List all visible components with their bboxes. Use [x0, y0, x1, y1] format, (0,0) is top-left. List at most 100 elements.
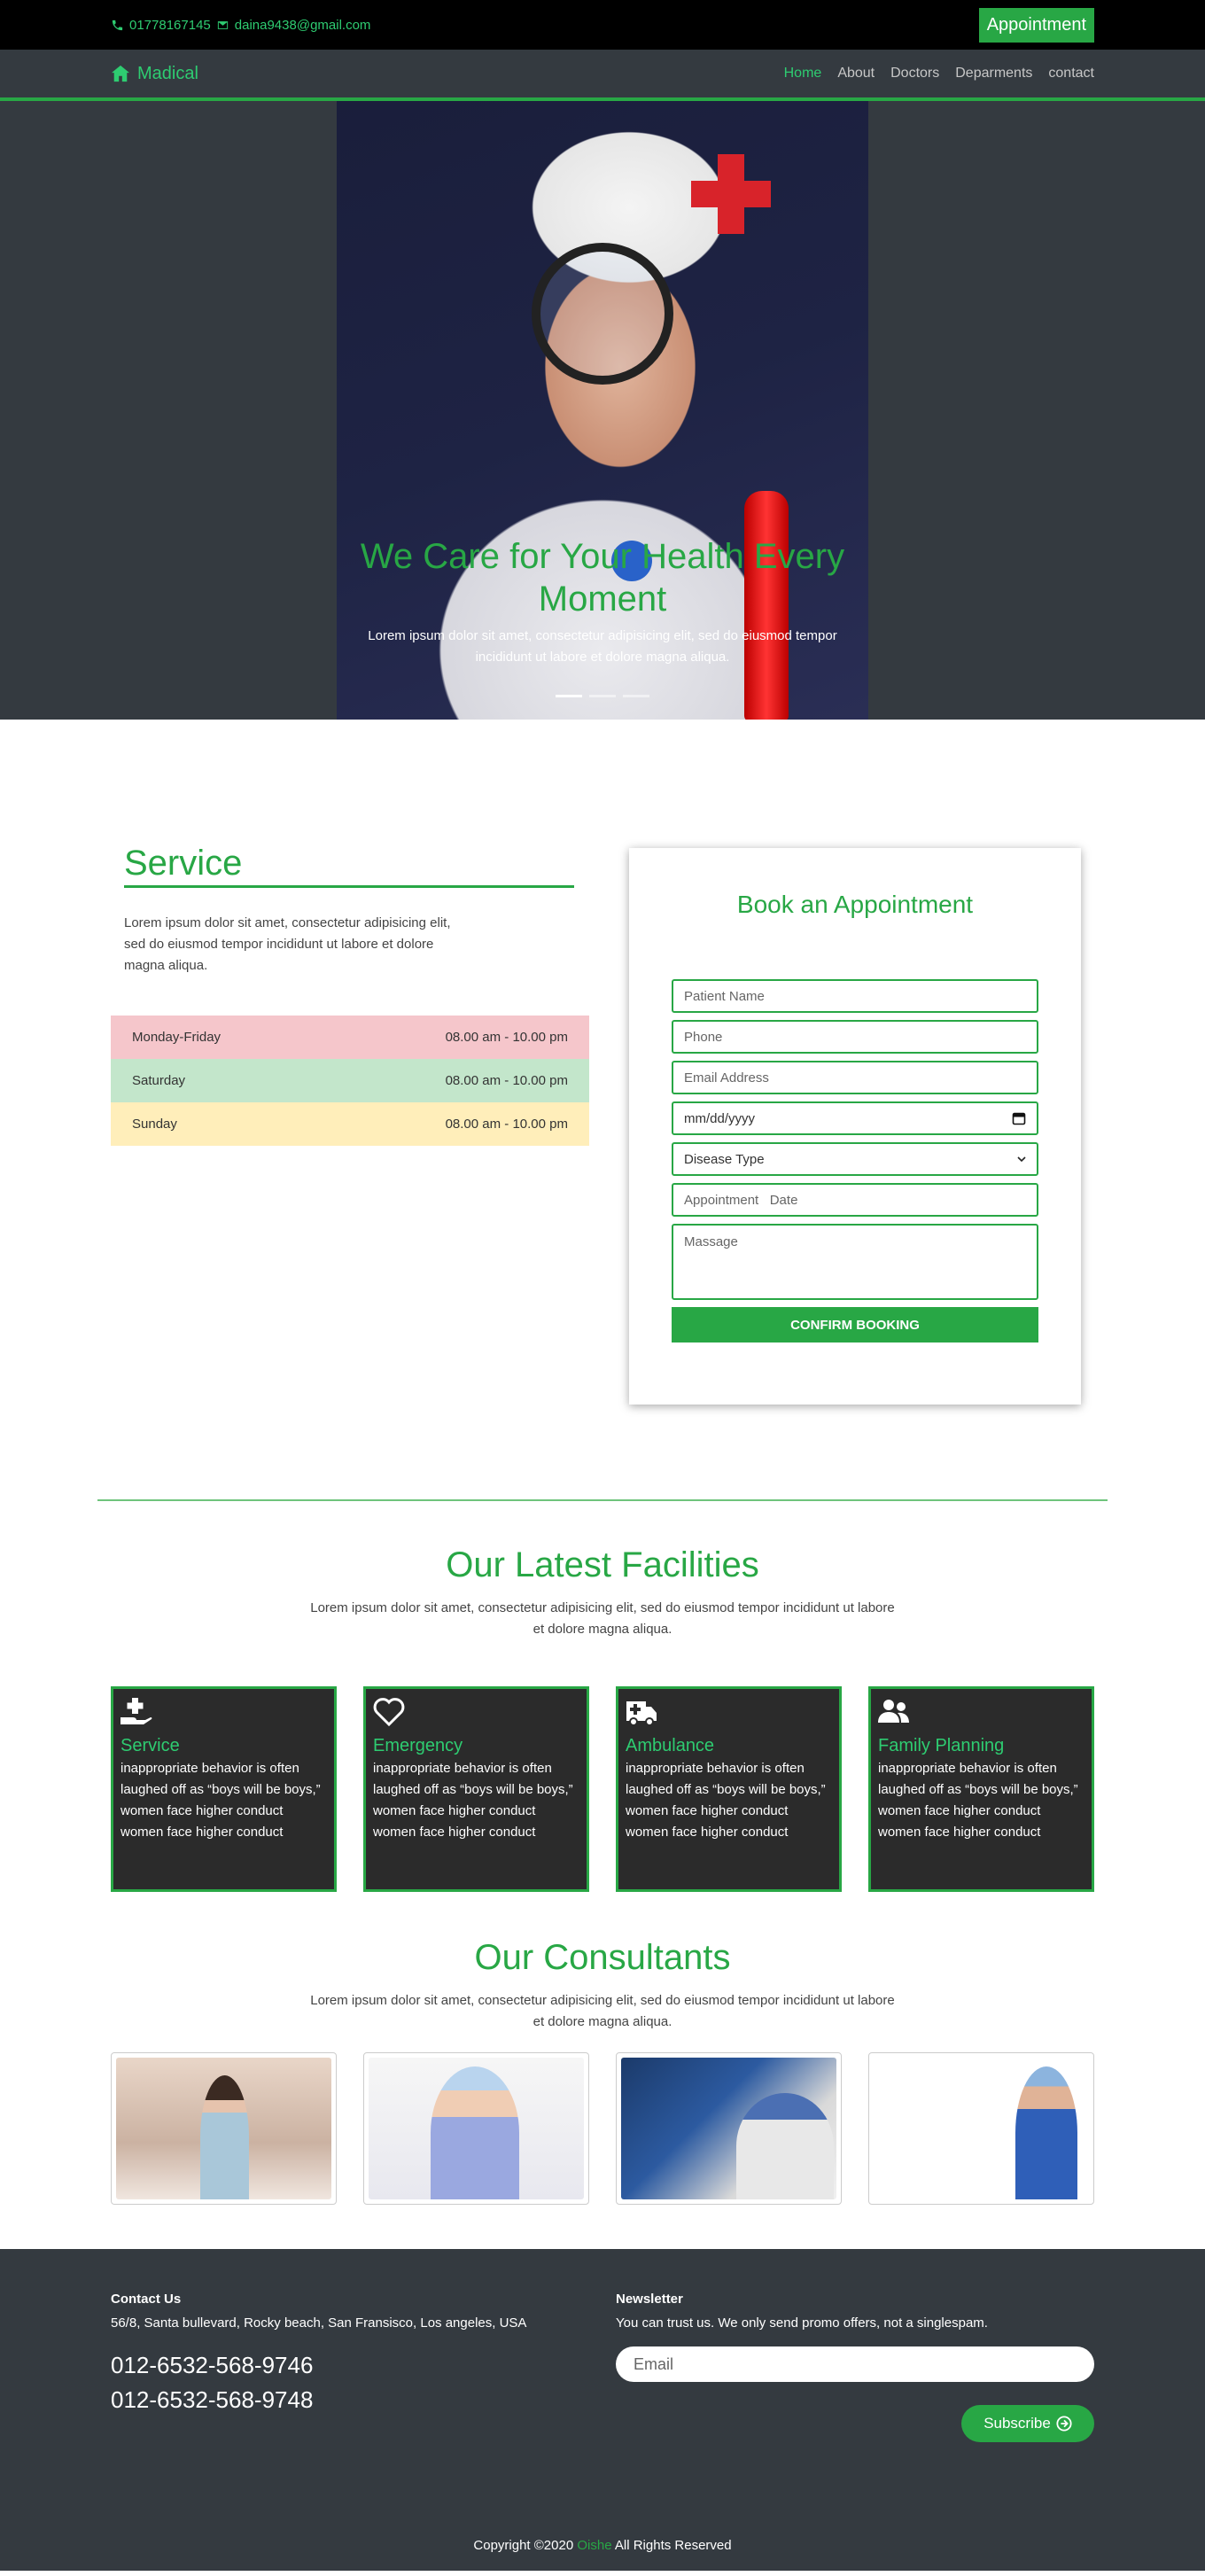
- nav-menu: Home About Doctors Deparments contact: [784, 66, 1094, 82]
- top-email[interactable]: daina9438@gmail.com: [235, 18, 371, 33]
- facility-card[interactable]: Service inappropriate behavior is often …: [111, 1686, 337, 1892]
- hero-title: We Care for Your Health Every Moment: [360, 537, 845, 619]
- hours-day: Sunday: [132, 1117, 177, 1132]
- copyright: Copyright ©2020 Oishe All Rights Reserve…: [0, 2538, 1205, 2553]
- carousel-indicator[interactable]: [556, 695, 582, 697]
- hours-day: Saturday: [132, 1073, 186, 1088]
- hero-image: We Care for Your Health Every Moment Lor…: [337, 101, 868, 720]
- hours-time: 08.00 am - 10.00 pm: [445, 1030, 568, 1045]
- ambulance-icon: [626, 1701, 657, 1726]
- copyright-prefix: Copyright ©2020: [473, 2538, 574, 2553]
- facility-title: Ambulance: [626, 1736, 715, 1755]
- service-text: Lorem ipsum dolor sit amet, consectetur …: [124, 915, 451, 973]
- consultant-card[interactable]: [111, 2052, 337, 2205]
- subscribe-button[interactable]: Subscribe: [961, 2405, 1094, 2442]
- facility-text: inappropriate behavior is often laughed …: [878, 1761, 1078, 1840]
- facilities-title: Our Latest Facilities: [446, 1545, 759, 1584]
- facility-text: inappropriate behavior is often laughed …: [120, 1761, 321, 1840]
- calendar-icon[interactable]: [1012, 1111, 1026, 1125]
- brand-name: Madical: [137, 63, 198, 83]
- contact-phone[interactable]: 012-6532-568-9748: [111, 2386, 526, 2414]
- heart-icon: [373, 1698, 405, 1727]
- subscribe-label: Subscribe: [983, 2415, 1051, 2432]
- facility-card[interactable]: Ambulance inappropriate behavior is ofte…: [616, 1686, 842, 1892]
- hero-text: Lorem ipsum dolor sit amet, consectetur …: [368, 628, 837, 665]
- appointment-form: Book an Appointment Patient Name Phone E…: [629, 848, 1081, 1405]
- placeholder: Email: [634, 2354, 674, 2373]
- date-value: mm/dd/yyyy: [684, 1110, 756, 1126]
- placeholder: Appointment Date: [684, 1192, 798, 1208]
- consultant-card[interactable]: [868, 2052, 1094, 2205]
- confirm-booking-button[interactable]: CONFIRM BOOKING: [672, 1307, 1038, 1342]
- phone-input[interactable]: Phone: [672, 1020, 1038, 1054]
- hand-medical-icon: [120, 1698, 152, 1724]
- copyright-suffix: All Rights Reserved: [614, 2538, 732, 2553]
- appointment-button[interactable]: Appointment: [978, 7, 1094, 43]
- facility-text: inappropriate behavior is often laughed …: [373, 1761, 573, 1840]
- top-phone[interactable]: 01778167145: [129, 18, 211, 33]
- appointment-date-input[interactable]: Appointment Date: [672, 1183, 1038, 1217]
- hours-row: Sunday 08.00 am - 10.00 pm: [111, 1102, 589, 1146]
- consultant-photo: [621, 2058, 836, 2199]
- facility-title: Service: [120, 1736, 180, 1755]
- carousel-indicator[interactable]: [623, 695, 649, 697]
- consultant-card[interactable]: [363, 2052, 589, 2205]
- hero-carousel: We Care for Your Health Every Moment Lor…: [0, 101, 1205, 720]
- hero-caption: We Care for Your Health Every Moment Lor…: [337, 535, 868, 668]
- placeholder: Email Address: [684, 1070, 769, 1086]
- top-contact: 01778167145 daina9438@gmail.com: [111, 18, 370, 33]
- patient-name-input[interactable]: Patient Name: [672, 979, 1038, 1013]
- service-info: Service Lorem ipsum dolor sit amet, cons…: [111, 844, 589, 1146]
- chevron-down-icon: [1017, 1156, 1026, 1163]
- newsletter-email-input[interactable]: Email: [616, 2346, 1094, 2382]
- carousel-indicator[interactable]: [589, 695, 616, 697]
- placeholder: Massage: [684, 1234, 738, 1249]
- footer: Contact Us 56/8, Santa bullevard, Rocky …: [0, 2249, 1205, 2571]
- consultant-card[interactable]: [616, 2052, 842, 2205]
- select-value: Disease Type: [684, 1151, 765, 1167]
- hours-row: Monday-Friday 08.00 am - 10.00 pm: [111, 1016, 589, 1059]
- envelope-icon: [217, 20, 228, 29]
- hours-time: 08.00 am - 10.00 pm: [445, 1117, 568, 1132]
- nav-item-about[interactable]: About: [837, 66, 875, 82]
- contact-address: 56/8, Santa bullevard, Rocky beach, San …: [111, 2315, 527, 2331]
- nav-item-contact[interactable]: contact: [1048, 66, 1094, 82]
- brand[interactable]: Madical: [111, 64, 198, 84]
- consultants-text: Lorem ipsum dolor sit amet, consectetur …: [310, 1993, 895, 2029]
- newsletter-text: You can trust us. We only send promo off…: [616, 2315, 988, 2331]
- consultants-title: Our Consultants: [474, 1938, 731, 1977]
- date-input[interactable]: mm/dd/yyyy: [672, 1101, 1038, 1135]
- email-input[interactable]: Email Address: [672, 1061, 1038, 1094]
- carousel-indicators: [337, 695, 868, 697]
- consultant-photo: [874, 2058, 1089, 2199]
- facilities-text: Lorem ipsum dolor sit amet, consectetur …: [310, 1600, 895, 1637]
- facility-card[interactable]: Emergency inappropriate behavior is ofte…: [363, 1686, 589, 1892]
- service-section: Service Lorem ipsum dolor sit amet, cons…: [0, 720, 1205, 1499]
- hours-row: Saturday 08.00 am - 10.00 pm: [111, 1059, 589, 1102]
- service-title: Service: [124, 844, 574, 888]
- nav-item-doctors[interactable]: Doctors: [890, 66, 939, 82]
- placeholder: Patient Name: [684, 988, 765, 1004]
- newsletter-title: Newsletter: [616, 2292, 683, 2307]
- hours-day: Monday-Friday: [132, 1030, 222, 1045]
- nav-item-home[interactable]: Home: [784, 66, 822, 82]
- consultant-photo: [369, 2058, 584, 2199]
- facility-card[interactable]: Family Planning inappropriate behavior i…: [868, 1686, 1094, 1892]
- magnifier-illustration: [532, 243, 673, 385]
- arrow-circle-right-icon: [1056, 2416, 1072, 2432]
- red-cross-icon: [691, 154, 771, 234]
- contact-phone[interactable]: 012-6532-568-9746: [111, 2352, 526, 2379]
- facility-text: inappropriate behavior is often laughed …: [626, 1761, 826, 1840]
- consultants-grid: [0, 2052, 1205, 2205]
- navbar: Madical Home About Doctors Deparments co…: [0, 50, 1205, 101]
- disease-type-select[interactable]: Disease Type: [672, 1142, 1038, 1176]
- nav-item-departments[interactable]: Deparments: [955, 66, 1032, 82]
- phone-icon: [112, 19, 123, 30]
- copyright-name[interactable]: Oishe: [577, 2538, 611, 2553]
- facility-title: Emergency: [373, 1736, 463, 1755]
- opening-hours: Monday-Friday 08.00 am - 10.00 pm Saturd…: [111, 1016, 589, 1146]
- message-textarea[interactable]: Massage: [672, 1224, 1038, 1300]
- facilities-grid: Service inappropriate behavior is often …: [0, 1686, 1205, 1892]
- consultant-photo: [116, 2058, 331, 2199]
- footer-contact: Contact Us 56/8, Santa bullevard, Rocky …: [111, 2292, 526, 2414]
